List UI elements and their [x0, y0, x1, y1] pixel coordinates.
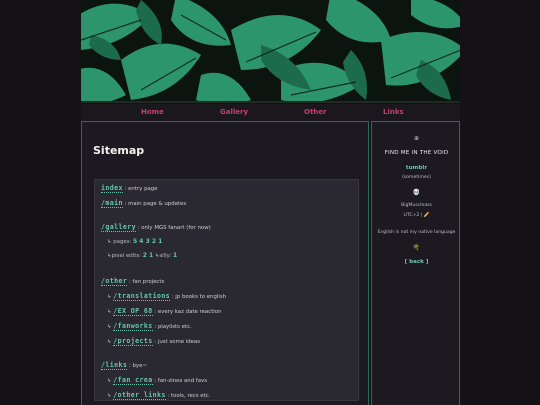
- arrow-icon: ↳: [107, 393, 112, 399]
- otherlinks-link[interactable]: /other links: [113, 391, 166, 400]
- gallery-pixel-row: ↳pixel edits: 2 1 ↳silly: 1: [107, 252, 177, 259]
- fancrea-desc: : fan-zines and favs: [154, 378, 208, 384]
- tumblr-link[interactable]: tumblr: [372, 165, 461, 171]
- sitemap-row-fanworks: ↳ /fanworks : playlists etc.: [107, 322, 192, 331]
- nav-gallery-link[interactable]: Gallery: [220, 108, 248, 116]
- sitemap-box: index : entry page /main : main page & u…: [94, 179, 359, 401]
- sitemap-row-index: index : entry page: [101, 184, 158, 193]
- globe-icon: ⊕: [413, 135, 420, 142]
- monstera-leaves-art: [81, 0, 460, 101]
- translations-link[interactable]: /translations: [113, 292, 171, 301]
- sitemap-row-gallery: /gallery : only MGS fanart (for now): [101, 223, 211, 232]
- fanworks-link[interactable]: /fanworks: [113, 322, 153, 331]
- sitemap-row-fancrea: ↳ /fan crea : fan-zines and favs: [107, 376, 208, 385]
- arrow-icon: ↳: [107, 324, 112, 330]
- index-link[interactable]: index: [101, 184, 123, 193]
- pixel-edits-label: ↳pixel edits:: [107, 253, 141, 259]
- main-link[interactable]: /main: [101, 199, 123, 208]
- gallery-link[interactable]: /gallery: [101, 223, 136, 232]
- palm-tree-icon: 🌴: [412, 244, 421, 251]
- nav-other-link[interactable]: Other: [304, 108, 326, 116]
- silly-link[interactable]: 1: [173, 252, 177, 259]
- other-link[interactable]: /other: [101, 277, 128, 286]
- pages-number-links[interactable]: 5 4 3 2 1: [133, 238, 162, 245]
- sitemap-row-links: /links : bye~: [101, 361, 147, 370]
- main-content-panel: Sitemap index : entry page /main : main …: [81, 121, 369, 405]
- back-link[interactable]: [ back ]: [372, 259, 461, 265]
- sidebar-panel: ⊕ FIND ME IN THE VOID tumblr (sometimes)…: [371, 121, 460, 405]
- top-navigation: Home Gallery Other Links: [81, 104, 460, 121]
- arrow-icon: ↳: [107, 309, 112, 315]
- header-banner-image: [81, 0, 460, 103]
- gallery-pages-row: ↳ pages: 5 4 3 2 1: [107, 238, 162, 245]
- pixel-edits-links[interactable]: 2 1: [143, 252, 153, 259]
- sitemap-row-main: /main : main page & updates: [101, 199, 187, 208]
- arrow-icon: ↳: [107, 294, 112, 300]
- otherlinks-desc: : tools, recs etc.: [167, 393, 211, 399]
- main-desc: : main page & updates: [124, 201, 187, 207]
- sometimes-note: (sometimes): [402, 175, 431, 180]
- sitemap-row-exop: ↳ /EX OP 68 : every kaz date reaction: [107, 307, 222, 316]
- timezone-text: UTC+2 | 🥖: [403, 213, 430, 218]
- nav-links-link[interactable]: Links: [383, 108, 404, 116]
- gallery-desc: : only MGS fanart (for now): [137, 225, 211, 231]
- arrow-icon: ↳: [107, 339, 112, 345]
- skull-icon: 💀: [412, 189, 421, 196]
- exop-desc: : every kaz date reaction: [154, 309, 222, 315]
- exop-link[interactable]: /EX OP 68: [113, 307, 153, 316]
- sitemap-row-otherlinks: ↳ /other links : tools, recs etc.: [107, 391, 211, 400]
- fancrea-link[interactable]: /fan crea: [113, 376, 153, 385]
- fanworks-desc: : playlists etc.: [154, 324, 192, 330]
- find-me-heading: FIND ME IN THE VOID: [384, 150, 449, 156]
- projects-link[interactable]: /projects: [113, 337, 153, 346]
- other-desc: : fan projects: [128, 279, 165, 285]
- sitemap-row-other: /other : fan projects: [101, 277, 165, 286]
- index-desc: : entry page: [124, 186, 158, 192]
- arrow-icon: ↳: [107, 378, 112, 384]
- language-note: English is not my native language: [377, 230, 456, 235]
- sitemap-row-projects: ↳ /projects : just some ideas: [107, 337, 201, 346]
- links-link[interactable]: /links: [101, 361, 128, 370]
- silly-label: ↳silly:: [154, 253, 172, 259]
- links-desc: : bye~: [128, 363, 147, 369]
- pages-label: ↳ pages:: [107, 239, 132, 245]
- sitemap-row-translations: ↳ /translations : jp books to english: [107, 292, 227, 301]
- nav-home-link[interactable]: Home: [141, 108, 164, 116]
- page-title: Sitemap: [93, 144, 145, 157]
- projects-desc: : just some ideas: [154, 339, 201, 345]
- username-text: BigMuscleass: [401, 203, 432, 208]
- translations-desc: : jp books to english: [171, 294, 227, 300]
